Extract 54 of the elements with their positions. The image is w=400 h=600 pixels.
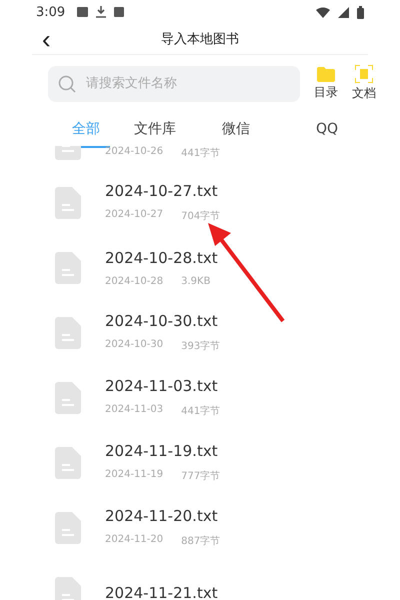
file-size: 3.9KB xyxy=(181,276,210,286)
category-tab[interactable]: QQ xyxy=(306,114,348,148)
search-icon xyxy=(58,74,76,92)
file-icon xyxy=(55,146,81,160)
file-icon xyxy=(55,512,81,544)
wifi-icon xyxy=(316,6,330,18)
image-icon xyxy=(77,7,88,17)
file-size: 887字节 xyxy=(181,534,220,548)
file-icon xyxy=(55,382,81,414)
file-name: 2024-10-28.txt xyxy=(105,248,218,266)
file-name: 2024-11-03.txt xyxy=(105,377,219,395)
document-button[interactable]: 文档 xyxy=(352,65,376,102)
file-date: 2024-11-03 xyxy=(105,404,164,417)
file-name: 2024-11-19.txt xyxy=(105,442,219,460)
file-date: 2024-10-27 xyxy=(105,209,164,222)
file-row[interactable]: 2024-10-30.txt 2024-10-30 393字节 xyxy=(0,300,400,365)
file-row[interactable]: 2024-10-27.txt 2024-10-27 704字节 xyxy=(0,170,400,235)
file-icon xyxy=(55,252,81,284)
status-time: 3:09 xyxy=(36,4,66,20)
file-size: 704字节 xyxy=(181,210,220,223)
file-date: 2024-11-19 xyxy=(105,469,164,482)
battery-icon xyxy=(357,6,364,18)
signal-icon xyxy=(338,6,349,18)
file-size: 441字节 xyxy=(181,404,220,418)
file-icon xyxy=(55,446,81,478)
file-size: 777字节 xyxy=(181,470,220,483)
file-row[interactable]: 2024-11-19.txt 2024-11-19 777字节 xyxy=(0,430,400,495)
file-size: 393字节 xyxy=(181,340,220,353)
back-button[interactable]: ‹ xyxy=(38,24,55,54)
search-input[interactable]: 请搜索文件名称 xyxy=(84,75,290,92)
file-name: 2024-10-27.txt xyxy=(105,182,219,200)
file-date: 2024-10-26 xyxy=(105,146,164,159)
search-bar[interactable]: 请搜索文件名称 xyxy=(48,66,300,102)
file-date: 2024-10-30 xyxy=(105,339,164,352)
page-title: 导入本地图书 xyxy=(161,31,239,48)
directory-button[interactable]: 目录 xyxy=(314,66,338,100)
app-icon xyxy=(114,7,124,17)
file-row[interactable]: 2024-11-20.txt 2024-11-20 887字节 xyxy=(0,495,400,560)
file-icon xyxy=(55,186,81,218)
folder-icon xyxy=(317,66,335,82)
file-date: 2024-11-20 xyxy=(105,534,164,547)
file-size: 441字节 xyxy=(181,146,220,160)
file-name: 2024-11-20.txt xyxy=(105,507,219,525)
file-name: 2024-11-21.txt xyxy=(105,584,218,600)
category-tab[interactable]: 微信 xyxy=(212,114,260,148)
download-icon xyxy=(96,6,106,18)
file-date: 2024-10-28 xyxy=(105,276,164,286)
file-icon xyxy=(55,316,81,348)
file-row[interactable]: 2024-11-03.txt 2024-11-03 441字节 xyxy=(0,365,400,430)
file-row[interactable]: 2024-10-28.txt 2024-10-28 3.9KB xyxy=(0,235,400,300)
scan-icon xyxy=(355,65,373,83)
file-row[interactable]: 2024-11-21.txt xyxy=(0,560,400,600)
file-name: 2024-10-30.txt xyxy=(105,312,219,330)
category-tab[interactable]: 文件库 xyxy=(124,114,186,148)
